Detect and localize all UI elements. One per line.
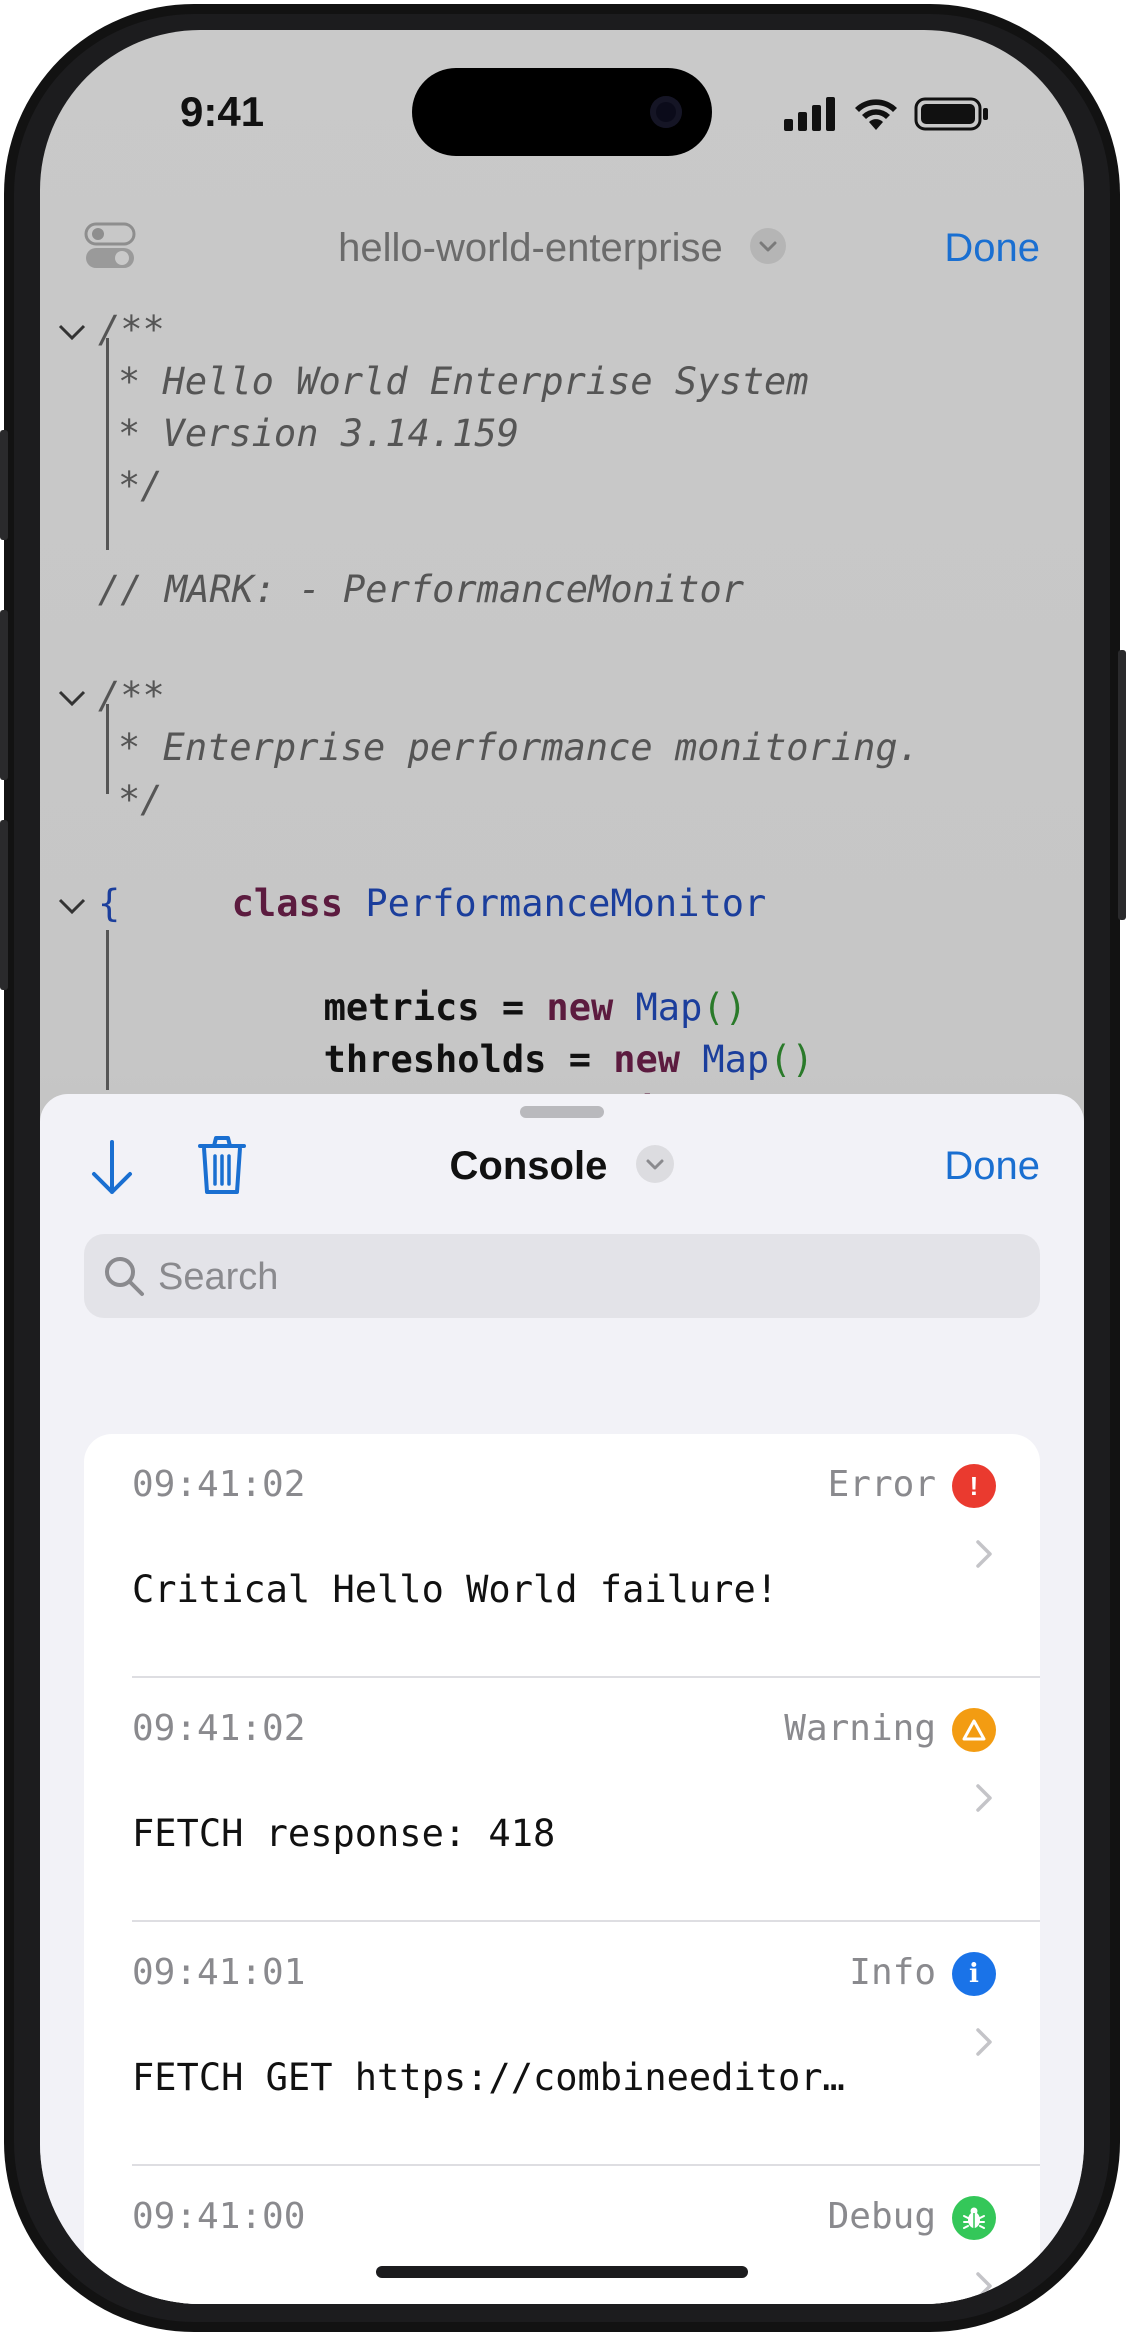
dynamic-island — [412, 68, 712, 156]
log-level: Debug — [827, 2196, 936, 2237]
code-line: // MARK: - PerformanceMonitor — [98, 568, 745, 611]
action-button — [0, 430, 8, 540]
file-name: hello-world-enterprise — [338, 226, 723, 270]
code-line: * Hello World Enterprise System — [118, 360, 809, 403]
code-line: * Enterprise performance monitoring. — [118, 726, 920, 769]
class-name: PerformanceMonitor — [365, 882, 767, 925]
log-message: FETCH response: 418 — [132, 1812, 556, 1855]
log-level: Error — [827, 1464, 936, 1505]
log-time: 09:41:01 — [132, 1952, 306, 1993]
screen: 9:41 hello-world-enterprise Done /** * H… — [40, 30, 1084, 2304]
log-entry-info[interactable]: 09:41:01 Info i FETCH GET https://combin… — [84, 1922, 1040, 2166]
cellular-signal-icon — [784, 97, 835, 131]
parens: () — [769, 1038, 814, 1081]
console-selector[interactable]: Console — [40, 1144, 1084, 1189]
wifi-icon — [855, 99, 897, 130]
search-field[interactable] — [84, 1234, 1040, 1320]
file-selector[interactable]: hello-world-enterprise — [40, 226, 1084, 271]
bug-icon — [952, 2196, 996, 2240]
log-entry-error[interactable]: 09:41:02 Error ! Critical Hello World fa… — [84, 1434, 1040, 1678]
keyword-class: class — [231, 882, 344, 925]
home-indicator[interactable] — [376, 2266, 748, 2278]
log-time: 09:41:02 — [132, 1464, 306, 1505]
editor-done-button[interactable]: Done — [944, 226, 1040, 271]
chevron-right-icon — [976, 1540, 992, 1568]
warning-icon — [952, 1708, 996, 1752]
editor-nav-bar: hello-world-enterprise Done — [40, 190, 1084, 302]
log-message: FETCH GET https://combineeditor… — [132, 2056, 845, 2099]
code-line: */ — [118, 464, 163, 507]
code-line: * Version 3.14.159 — [118, 412, 519, 455]
chevron-down-icon — [636, 1145, 675, 1184]
chevron-right-icon — [976, 2272, 992, 2300]
sheet-grabber[interactable] — [520, 1106, 604, 1118]
log-entry-debug[interactable]: 09:41:00 Debug — [84, 2166, 1040, 2304]
error-icon: ! — [952, 1464, 996, 1508]
log-list: 09:41:02 Error ! Critical Hello World fa… — [84, 1434, 1040, 2304]
info-icon: i — [952, 1952, 996, 1996]
chevron-right-icon — [976, 1784, 992, 1812]
log-time: 09:41:00 — [132, 2196, 306, 2237]
log-message: Critical Hello World failure! — [132, 1568, 779, 1611]
code-editor[interactable]: /** * Hello World Enterprise System * Ve… — [40, 290, 1084, 1133]
code-line: { — [98, 882, 121, 925]
code-line: /** — [98, 674, 165, 717]
log-level: Info — [849, 1952, 936, 1993]
chevron-down-icon — [749, 228, 786, 265]
search-input[interactable] — [156, 1234, 1020, 1320]
chevron-right-icon — [976, 2028, 992, 2056]
code-line: /** — [98, 308, 165, 351]
power-button — [1118, 650, 1126, 920]
code-line: */ — [118, 778, 163, 821]
search-icon — [105, 1257, 144, 1296]
camera-icon — [650, 96, 682, 128]
console-title: Console — [449, 1144, 608, 1188]
fold-chevron-icon[interactable] — [54, 888, 90, 924]
fold-guide — [106, 338, 109, 550]
log-time: 09:41:02 — [132, 1708, 306, 1749]
fold-chevron-icon[interactable] — [54, 680, 90, 716]
battery-icon — [914, 97, 988, 131]
fold-chevron-icon[interactable] — [54, 314, 90, 350]
log-level: Warning — [784, 1708, 936, 1749]
volume-up-button — [0, 610, 8, 780]
log-entry-warning[interactable]: 09:41:02 Warning FETCH response: 418 — [84, 1678, 1040, 1922]
console-done-button[interactable]: Done — [944, 1144, 1040, 1189]
status-icons — [784, 96, 990, 132]
status-time: 9:41 — [180, 88, 265, 135]
volume-down-button — [0, 820, 8, 990]
console-sheet: Console Done 09:41:02 Error ! Critical H… — [40, 1094, 1084, 2304]
fold-guide — [106, 930, 109, 1090]
